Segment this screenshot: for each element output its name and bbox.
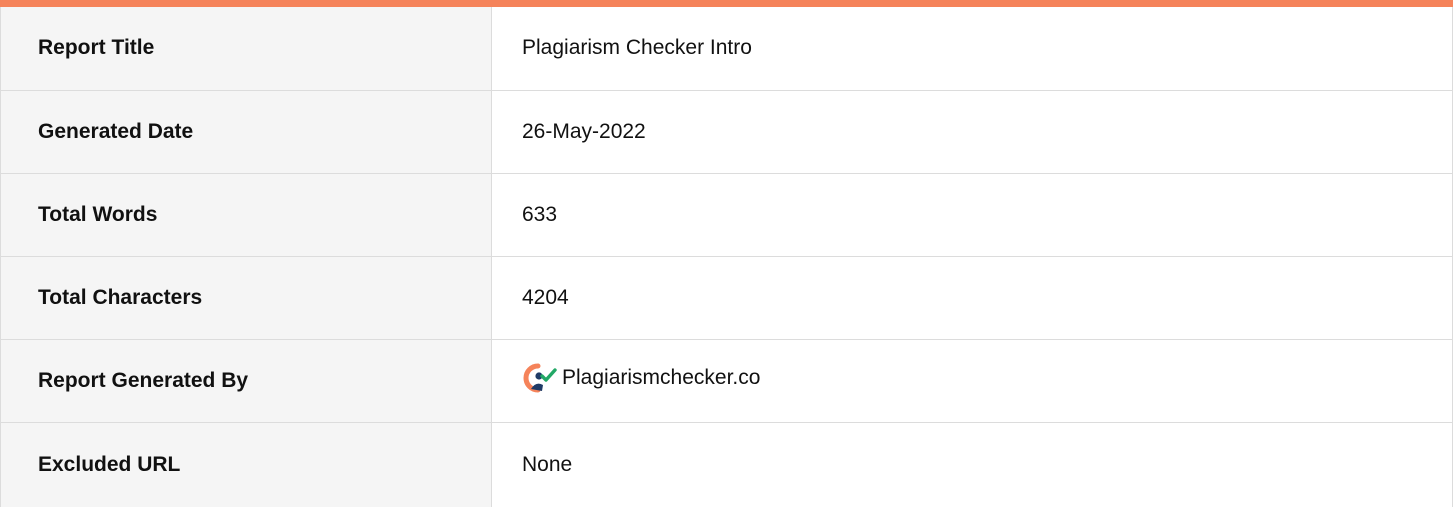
- table-row-total-characters: Total Characters 4204: [0, 255, 1453, 340]
- report-summary-page: Report Title Plagiarism Checker Intro Ge…: [0, 0, 1453, 515]
- accent-top-bar: [0, 0, 1453, 7]
- table-row-report-generated-by: Report Generated By Plagiarismchecker.co: [0, 338, 1453, 423]
- row-value: 633: [491, 172, 1453, 257]
- row-value: Plagiarismchecker.co: [491, 338, 1453, 423]
- brand: Plagiarismchecker.co: [522, 362, 760, 394]
- row-value: 4204: [491, 255, 1453, 340]
- table-row-total-words: Total Words 633: [0, 172, 1453, 257]
- row-value: None: [491, 421, 1453, 507]
- row-label: Report Generated By: [0, 338, 492, 423]
- report-details-table: Report Title Plagiarism Checker Intro Ge…: [0, 7, 1453, 507]
- plagiarismchecker-logo-icon: [522, 362, 558, 394]
- table-row-generated-date: Generated Date 26-May-2022: [0, 89, 1453, 174]
- row-label: Generated Date: [0, 89, 492, 174]
- row-value: 26-May-2022: [491, 89, 1453, 174]
- row-label: Report Title: [0, 7, 492, 91]
- brand-name: Plagiarismchecker.co: [562, 365, 761, 389]
- table-row-report-title: Report Title Plagiarism Checker Intro: [0, 7, 1453, 91]
- row-value: Plagiarism Checker Intro: [491, 7, 1453, 91]
- row-label: Excluded URL: [0, 421, 492, 507]
- row-label: Total Characters: [0, 255, 492, 340]
- row-label: Total Words: [0, 172, 492, 257]
- table-row-excluded-url: Excluded URL None: [0, 421, 1453, 507]
